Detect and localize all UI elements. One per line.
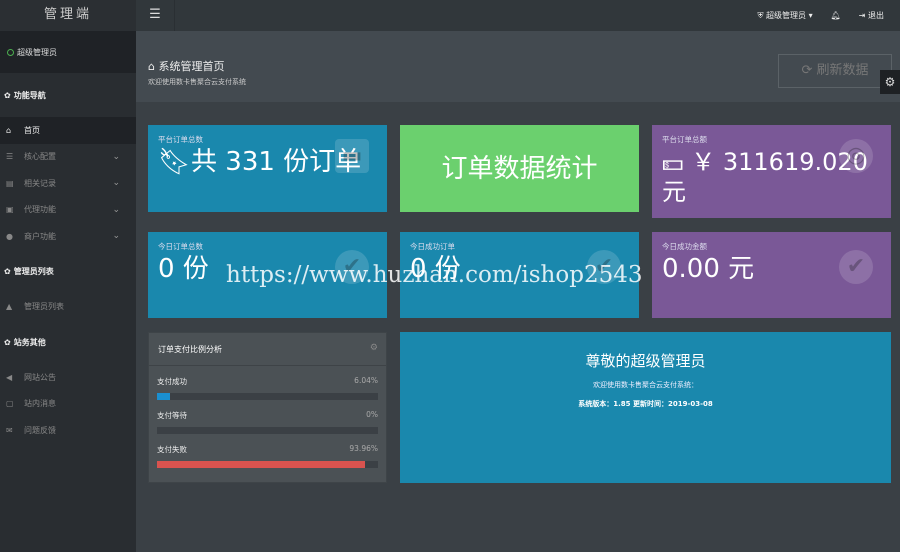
sidebar-item-label: 管理员列表 [24,302,64,312]
section-nav: ✿ 功能导航 [0,73,136,117]
sidebar: 管理端 超级管理员 ✿ 功能导航 ⌂ 首页 ☰ 核心配置 ⌄ ▤ 相关记录 ⌄ ▣ 代理功能 ⌄… [0,0,136,552]
section-admin: ✿ 管理员列表 [0,250,136,294]
server-icon: ▣ [6,205,14,215]
card-value-text: ￥ 311619.020 元 [662,148,868,206]
volume-icon: ◀ [6,372,13,382]
card-today-amount: ✔ 今日成功金额 0.00 元 [652,232,891,318]
message-icon: ▢ [6,399,14,409]
progress-row: 支付等待 0% [149,410,386,434]
progress-label: 支付等待 [157,411,187,420]
progress-fill [157,393,171,400]
welcome-subtitle: 欢迎使用数卡售聚合云支付系统： [593,381,698,389]
section-title: 站务其他 [13,337,46,347]
card-total-amount: ◎ 平台订单总额 💵︎ ￥ 311619.020 元 [652,125,891,218]
welcome-title: 尊敬的超级管理员 [585,352,706,370]
card-stats-title: 订单数据统计 [400,125,639,212]
logout-button[interactable]: ⇥ 退出 [859,10,884,21]
sliders-icon: ☰ [6,152,14,162]
online-status-icon [7,48,14,56]
refresh-label: 刷新数据 [816,63,869,78]
card-label: 今日成功订单 [410,242,455,251]
sidebar-item-admin-list[interactable]: ▲ 管理员列表 [0,294,136,321]
chevron-down-icon: ⌄ [112,231,120,242]
sidebar-item-label: 代理功能 [24,205,56,215]
gear-icon: ✿ [4,90,11,100]
progress-percent: 6.04% [354,376,378,385]
sidebar-item-home[interactable]: ⌂ 首页 [0,117,136,144]
sidebar-item-label: 站内消息 [24,399,56,409]
user-icon: ● [6,231,13,241]
progress-bar [157,461,378,468]
gear-icon[interactable]: ⚙ [370,343,378,353]
sidebar-item-messages[interactable]: ▢ 站内消息 [0,391,136,418]
check-icon: ✔ [587,250,621,284]
logout-label: 退出 [868,11,884,20]
page-header: ⌂ 系统管理首页 欢迎使用数卡售聚合云支付系统 ⟳ 刷新数据 ⚙ [136,31,900,102]
sidebar-item-label: 网站公告 [24,372,56,382]
card-icon: ▬ [335,139,369,173]
payment-ratio-panel: 订单支付比例分析 ⚙ 支付成功 6.04% 支付等待 0% 支付失败 93.96% [148,332,387,483]
list-icon: ▤ [6,178,14,188]
section-title: 管理员列表 [13,267,54,276]
check-icon: ✔ [839,250,873,284]
sidebar-item-label: 首页 [24,125,40,135]
welcome-panel: 尊敬的超级管理员 欢迎使用数卡售聚合云支付系统： 系统版本：1.85 更新时间：… [400,332,891,483]
page-title-text: 系统管理首页 [158,60,225,73]
gear-icon: ✿ [4,267,11,276]
progress-label: 支付成功 [157,377,187,386]
user-status: 超级管理员 [0,31,136,73]
menu-toggle-icon[interactable]: ☰ [136,0,175,31]
page-subtitle: 欢迎使用数卡售聚合云支付系统 [148,78,246,86]
card-today-orders: ✔ 今日订单总数 0 份 [148,232,387,318]
settings-gear-icon[interactable]: ⚙ [880,70,900,94]
check-icon: ✔ [335,250,369,284]
sidebar-item-label: 相关记录 [24,178,56,188]
refresh-button[interactable]: ⟳ 刷新数据 [778,54,892,88]
lifebuoy-icon: ◎ [839,139,873,173]
progress-label: 支付失败 [157,445,187,454]
bookmark-icon: 🔖︎ [158,147,192,177]
chevron-down-icon: ⌄ [112,151,120,162]
sidebar-item-agent[interactable]: ▣ 代理功能 ⌄ [0,197,136,224]
topbar: ☰ ⛨ 超级管理员 ▾ 🔔︎ ⇥ 退出 [136,0,900,31]
version-info: 系统版本：1.85 更新时间：2019-03-08 [578,400,713,408]
sidebar-item-label: 问题反馈 [24,425,56,435]
lock-icon: ▲ [6,302,13,312]
progress-bar [157,427,378,434]
card-label: 今日成功金额 [662,242,707,251]
chevron-down-icon: ⌄ [112,204,120,215]
sidebar-item-announcement[interactable]: ◀ 网站公告 [0,364,136,391]
bell-icon[interactable]: 🔔︎ [831,11,841,20]
sidebar-item-label: 核心配置 [24,152,56,162]
sidebar-item-records[interactable]: ▤ 相关记录 ⌄ [0,170,136,197]
progress-percent: 0% [366,410,378,419]
user-name: 超级管理员 [17,47,57,57]
sidebar-item-merchant[interactable]: ● 商户功能 ⌄ [0,223,136,250]
app-logo: 管理端 [0,0,136,31]
progress-percent: 93.96% [349,444,378,453]
chevron-down-icon: ⌄ [112,178,120,189]
panel-title: 订单支付比例分析 [158,345,222,354]
sidebar-item-core-config[interactable]: ☰ 核心配置 ⌄ [0,144,136,171]
sidebar-item-feedback[interactable]: ✉ 问题反馈 [0,417,136,444]
progress-row: 支付失败 93.96% [149,444,386,468]
envelope-icon: ✉ [6,425,13,435]
card-total-orders: ▬ 平台订单总数 🔖︎共 331 份订单 [148,125,387,212]
section-other: ✿ 站务其他 [0,320,136,364]
progress-row: 支付成功 6.04% [149,376,386,400]
card-label: 今日订单总数 [158,242,203,251]
money-icon: 💵︎ [662,148,692,176]
user-menu-label: 超级管理员 [766,11,807,20]
progress-fill [157,461,365,468]
sidebar-item-label: 商户功能 [24,231,56,241]
section-title: 功能导航 [13,90,46,100]
user-menu[interactable]: ⛨ 超级管理员 ▾ [757,10,812,21]
page-title: ⌂ 系统管理首页 [148,60,225,73]
gear-icon: ✿ [4,337,11,347]
card-today-success: ✔ 今日成功订单 0 份 [400,232,639,318]
progress-bar [157,393,378,400]
home-icon: ⌂ [6,125,12,135]
